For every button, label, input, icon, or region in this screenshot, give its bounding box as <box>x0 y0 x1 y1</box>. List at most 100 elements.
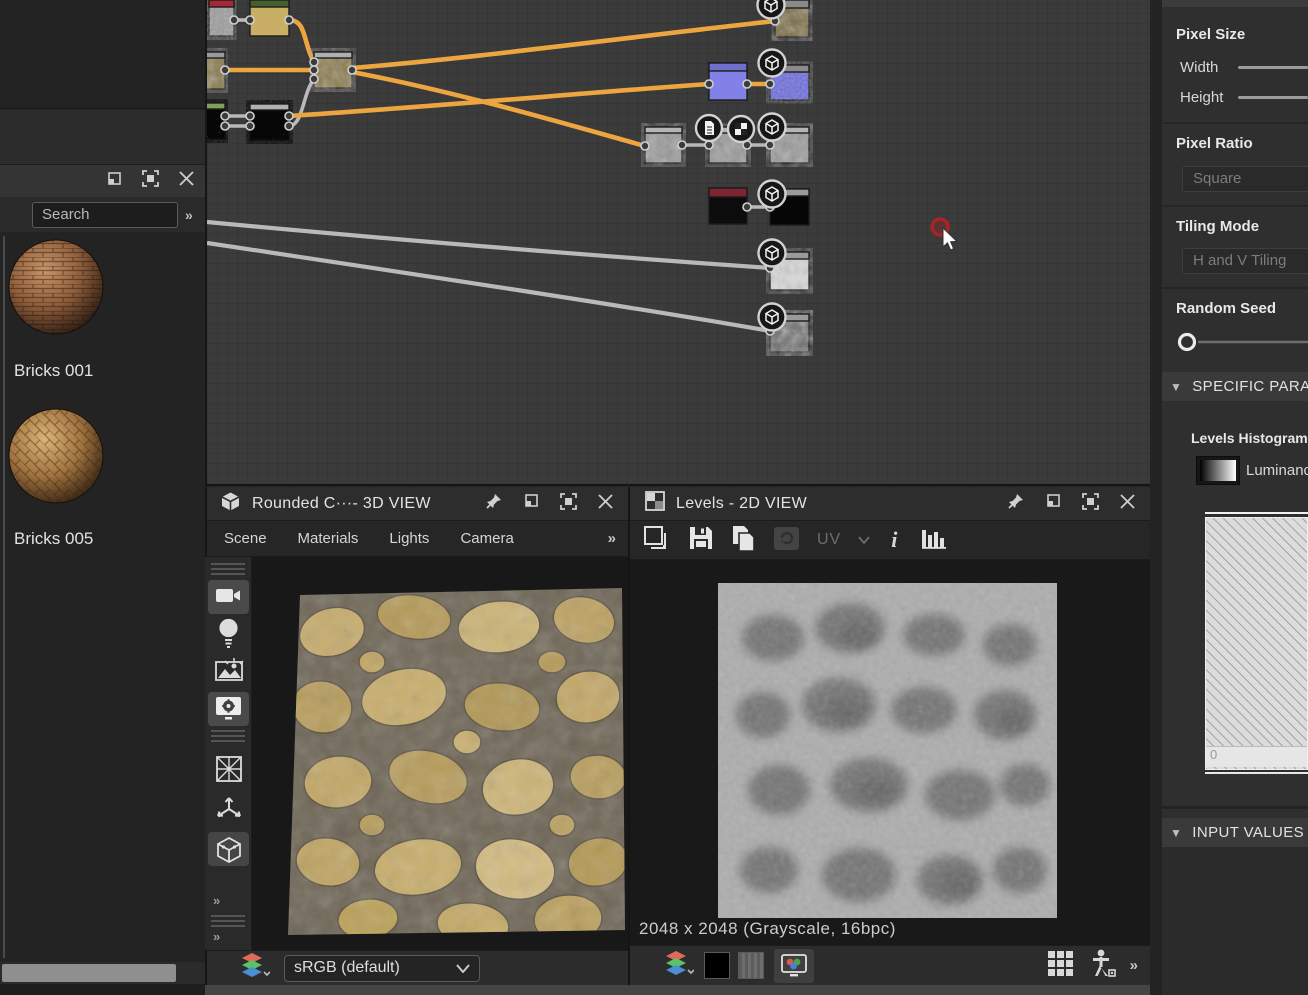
tiling-grid-icon[interactable] <box>1047 950 1074 982</box>
histogram-icon[interactable] <box>920 526 948 554</box>
document-badge-icon[interactable] <box>696 115 722 141</box>
width-label: Width <box>1180 59 1218 76</box>
view3d-bottom-bar: sRGB (default) <box>205 950 628 985</box>
view3d-viewport[interactable] <box>252 557 628 950</box>
toolbar-grip[interactable] <box>211 915 245 927</box>
geometry-wireframe-icon[interactable] <box>215 755 243 788</box>
pin-icon[interactable] <box>485 492 503 515</box>
graph-node-gray-a[interactable] <box>645 127 682 163</box>
float-panel-icon[interactable] <box>1044 492 1062 515</box>
info-icon[interactable]: i <box>891 527 897 553</box>
view3d-titlebar[interactable]: Rounded C···- 3D VIEW <box>205 487 628 521</box>
properties-gap <box>1150 0 1162 995</box>
material-thumbnail-bricks-005[interactable] <box>8 408 104 504</box>
toolbar-grip[interactable] <box>211 730 245 742</box>
cube-icon <box>220 491 241 517</box>
levels-histogram-label: Levels Histogram <box>1191 430 1308 446</box>
gradient-black-white <box>1200 460 1236 481</box>
tiling-mode-select[interactable]: H and V Tiling <box>1182 248 1308 274</box>
graph-node-cut-speckle[interactable] <box>207 103 225 139</box>
background-black-swatch[interactable] <box>704 952 730 979</box>
maximize-panel-icon[interactable] <box>1081 492 1100 516</box>
random-seed-slider[interactable] <box>1176 330 1308 354</box>
transform-axes-icon[interactable] <box>215 795 243 828</box>
library-hscrollbar-thumb[interactable] <box>2 964 176 982</box>
tiling-mode-title: Tiling Mode <box>1176 218 1259 235</box>
close-panel-icon[interactable] <box>1119 493 1136 515</box>
cube-dice-icon[interactable] <box>215 836 243 869</box>
auto-refresh-icon-disabled <box>773 526 800 555</box>
properties-top-edge <box>1162 0 1308 7</box>
material-label[interactable]: Bricks 001 <box>14 361 93 381</box>
colorspace-layers-icon[interactable] <box>240 952 270 984</box>
colorspace-select[interactable]: sRGB (default) <box>284 955 480 982</box>
graph-node-uniform-color[interactable] <box>250 0 289 36</box>
search-input[interactable]: Search <box>32 202 178 228</box>
display-color-toggle[interactable] <box>774 949 814 983</box>
float-panel-icon[interactable] <box>522 492 540 515</box>
copy-icon[interactable] <box>731 525 756 556</box>
view3d-title: Rounded C···- 3D VIEW <box>252 495 431 513</box>
menu-materials[interactable]: Materials <box>298 530 359 547</box>
colorspace-layers-icon[interactable] <box>664 950 694 982</box>
pixel-ratio-select[interactable]: Square <box>1182 166 1308 192</box>
node-graph-canvas[interactable] <box>205 0 1150 486</box>
view2d-titlebar[interactable]: Levels - 2D VIEW <box>630 487 1150 521</box>
material-label[interactable]: Bricks 005 <box>14 529 93 549</box>
close-panel-icon[interactable] <box>178 170 195 192</box>
background-gray-swatch[interactable] <box>738 952 764 979</box>
specific-parameters-header[interactable]: ▼ SPECIFIC PARAMETERS <box>1162 372 1308 401</box>
view2d-image[interactable] <box>718 583 1057 918</box>
view-3d-badge-icon[interactable] <box>758 0 785 19</box>
view-3d-badge-icon[interactable] <box>759 181 786 208</box>
new-view-icon[interactable] <box>643 525 671 556</box>
physical-scale-icon[interactable] <box>1090 949 1116 983</box>
graph-node-stones[interactable] <box>314 52 352 88</box>
histogram-gradient-swatch[interactable] <box>1196 456 1240 485</box>
input-values-body <box>1162 847 1308 995</box>
close-panel-icon[interactable] <box>597 493 614 515</box>
toolbar-grip[interactable] <box>211 563 245 575</box>
view-3d-badge-icon[interactable] <box>759 240 786 267</box>
library-left-grip <box>3 236 5 958</box>
pixel-size-title: Pixel Size <box>1176 26 1245 43</box>
material-thumbnail-bricks-001[interactable] <box>8 239 104 335</box>
graph-node-normal-color[interactable] <box>709 63 747 100</box>
toolbar-overflow-chevron[interactable]: » <box>213 893 220 908</box>
menu-scene[interactable]: Scene <box>224 530 267 547</box>
light-bulb-icon[interactable] <box>217 618 240 654</box>
view-3d-badge-icon[interactable] <box>759 114 786 141</box>
graph-node-speckle[interactable] <box>250 104 289 140</box>
float-panel-icon[interactable] <box>105 170 123 193</box>
view3d-menubar: Scene Materials Lights Camera » <box>205 521 628 557</box>
view2d-title: Levels - 2D VIEW <box>676 495 807 513</box>
search-options-chevron[interactable]: » <box>185 207 194 223</box>
view-3d-badge-icon[interactable] <box>759 50 786 77</box>
view-2d-badge-icon[interactable] <box>728 116 754 142</box>
maximize-panel-icon[interactable] <box>559 492 578 516</box>
menu-lights[interactable]: Lights <box>389 530 429 547</box>
input-values-header[interactable]: ▼ INPUT VALUES <box>1162 818 1308 847</box>
pin-icon[interactable] <box>1007 492 1025 515</box>
environment-image-icon[interactable] <box>214 656 244 689</box>
library-band <box>0 110 205 164</box>
camera-icon[interactable] <box>215 585 242 612</box>
histogram-axis: 0 <box>1206 746 1307 767</box>
view2d-panel: Levels - 2D VIEW <box>628 487 1150 985</box>
view-3d-badge-icon[interactable] <box>759 304 786 331</box>
save-icon[interactable] <box>688 525 714 555</box>
histogram-channel-select[interactable]: Luminance <box>1246 462 1308 479</box>
height-slider[interactable] <box>1238 96 1308 99</box>
menu-overflow-chevron[interactable]: » <box>608 530 616 547</box>
random-seed-knob[interactable] <box>1180 335 1195 350</box>
levels-histogram-widget[interactable]: 0 <box>1205 517 1308 770</box>
maximize-panel-icon[interactable] <box>141 169 160 193</box>
toolbar-overflow-chevron2[interactable]: » <box>213 929 220 944</box>
menu-camera[interactable]: Camera <box>460 530 513 547</box>
histogram-bottom-line <box>1205 772 1308 774</box>
bottom-resize-strip[interactable] <box>205 985 1150 995</box>
bottom-overflow-chevron[interactable]: » <box>1130 957 1138 974</box>
graph-node-metallic-color[interactable] <box>709 188 747 224</box>
display-settings-icon[interactable] <box>215 696 242 726</box>
width-slider[interactable] <box>1238 66 1308 69</box>
